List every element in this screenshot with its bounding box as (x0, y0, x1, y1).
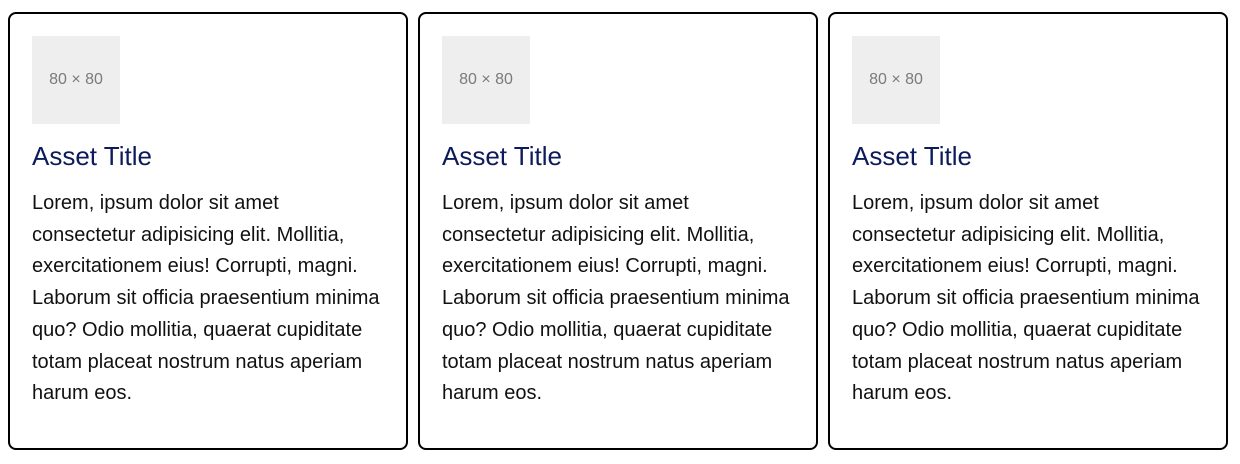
asset-card-list: 80 × 80 Asset Title Lorem, ipsum dolor s… (8, 12, 1228, 450)
asset-title: Asset Title (32, 141, 152, 171)
asset-description: Lorem, ipsum dolor sit amet consectetur … (852, 192, 1200, 405)
asset-card: 80 × 80 Asset Title Lorem, ipsum dolor s… (8, 12, 408, 450)
asset-thumbnail-placeholder: 80 × 80 (852, 36, 940, 124)
asset-title: Asset Title (852, 141, 972, 171)
asset-card: 80 × 80 Asset Title Lorem, ipsum dolor s… (418, 12, 818, 450)
asset-title: Asset Title (442, 141, 562, 171)
asset-thumbnail-placeholder: 80 × 80 (32, 36, 120, 124)
thumbnail-size-label: 80 × 80 (459, 71, 513, 88)
thumbnail-size-label: 80 × 80 (49, 71, 103, 88)
asset-description: Lorem, ipsum dolor sit amet consectetur … (442, 192, 790, 405)
asset-thumbnail-placeholder: 80 × 80 (442, 36, 530, 124)
asset-card: 80 × 80 Asset Title Lorem, ipsum dolor s… (828, 12, 1228, 450)
thumbnail-size-label: 80 × 80 (869, 71, 923, 88)
asset-description: Lorem, ipsum dolor sit amet consectetur … (32, 192, 380, 405)
